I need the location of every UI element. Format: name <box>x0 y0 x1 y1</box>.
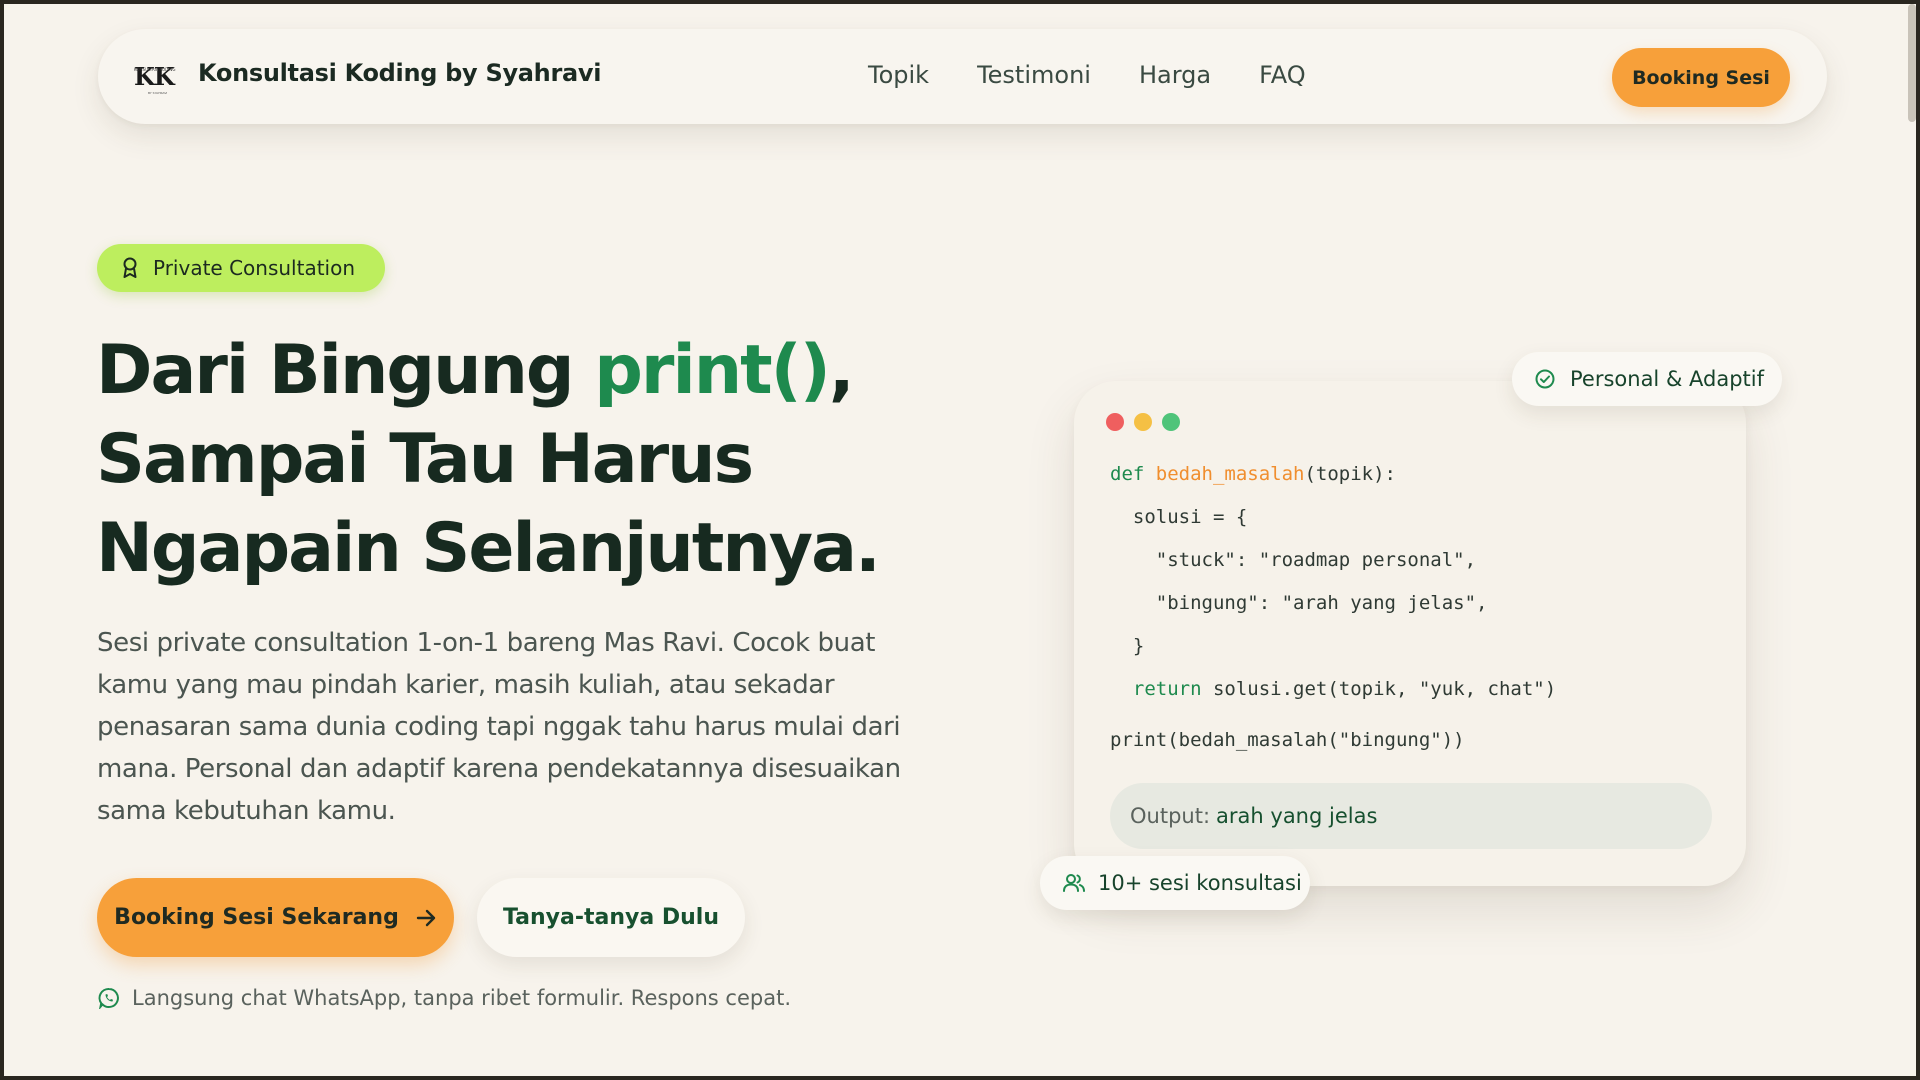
sessions-count-tag: 10+ sesi konsultasi <box>1040 856 1310 910</box>
whatsapp-icon <box>98 988 119 1009</box>
ask-first-button[interactable]: Tanya-tanya Dulu <box>477 878 745 957</box>
code-text: (topik): <box>1304 463 1396 485</box>
whatsapp-note-text: Langsung chat WhatsApp, tanpa ribet form… <box>132 986 791 1010</box>
code-card: def bedah_masalah(topik): solusi = { "st… <box>1074 381 1746 886</box>
award-icon <box>123 257 137 278</box>
code-line: "bingung": "arah yang jelas", <box>1110 592 1488 614</box>
headline-line-2: Sampai Tau Harus <box>96 420 754 499</box>
code-line: "stuck": "roadmap personal", <box>1110 549 1477 571</box>
sessions-count-label: 10+ sesi konsultasi <box>1098 871 1302 895</box>
hero-headline: Dari Bingung print(), Sampai Tau Harus N… <box>96 326 996 593</box>
headline-comma: , <box>828 331 855 410</box>
page-viewport: KONSULTASI KODING KK BY SYAHRAVI Konsult… <box>4 4 1916 1076</box>
code-block: def bedah_masalah(topik): solusi = { "st… <box>1110 453 1556 762</box>
headline-line-1: Dari Bingung print(), <box>96 326 996 415</box>
nav-link-testimoni[interactable]: Testimoni <box>977 61 1091 89</box>
code-line: } <box>1110 635 1145 657</box>
headline-prefix: Dari Bingung <box>96 331 595 410</box>
booking-now-button[interactable]: Booking Sesi Sekarang <box>97 878 454 957</box>
code-line: solusi = { <box>1110 506 1248 528</box>
logo-bottom-text: BY SYAHRAVI <box>148 91 168 95</box>
brand-name[interactable]: Konsultasi Koding by Syahravi <box>198 59 601 87</box>
brand-logo[interactable]: KONSULTASI KODING KK BY SYAHRAVI <box>134 63 186 96</box>
nav-links: Topik Testimoni Harga FAQ <box>868 61 1306 89</box>
headline-line-3: Ngapain Selanjutnya. <box>96 509 881 588</box>
output-value: arah yang jelas <box>1216 804 1378 828</box>
code-line: def bedah_masalah(topik): <box>1110 453 1556 496</box>
users-icon <box>1063 874 1085 892</box>
nav-link-faq[interactable]: FAQ <box>1259 61 1306 89</box>
window-dot-red <box>1106 413 1124 431</box>
personal-adaptive-label: Personal & Adaptif <box>1570 367 1764 391</box>
code-function-name: bedah_masalah <box>1155 463 1305 485</box>
nav-link-topik[interactable]: Topik <box>868 61 929 89</box>
code-line: return solusi.get(topik, "yuk, chat") <box>1110 668 1556 711</box>
arrow-right-icon <box>416 909 436 926</box>
booking-now-label: Booking Sesi Sekarang <box>114 905 399 930</box>
code-keyword: def <box>1110 463 1156 485</box>
page-scrollbar[interactable] <box>1908 4 1916 122</box>
code-keyword: return <box>1132 678 1202 700</box>
headline-accent: print() <box>594 331 831 410</box>
whatsapp-note: Langsung chat WhatsApp, tanpa ribet form… <box>98 986 791 1010</box>
check-circle-icon <box>1535 369 1555 389</box>
window-dot-green <box>1162 413 1180 431</box>
nav-link-harga[interactable]: Harga <box>1139 61 1211 89</box>
private-consultation-badge: Private Consultation <box>97 244 385 292</box>
badge-label: Private Consultation <box>153 256 356 280</box>
code-line: print(bedah_masalah("bingung")) <box>1110 729 1465 751</box>
code-output: Output: arah yang jelas <box>1110 783 1712 849</box>
window-dot-yellow <box>1134 413 1152 431</box>
hero-description: Sesi private consultation 1-on-1 bareng … <box>97 628 901 826</box>
logo-top-text: KONSULTASI KODING <box>134 67 176 72</box>
navbar: KONSULTASI KODING KK BY SYAHRAVI Konsult… <box>98 29 1827 124</box>
output-label: Output: <box>1130 804 1211 828</box>
window-dots <box>1106 413 1180 431</box>
code-text: solusi.get(topik, "yuk, chat") <box>1201 678 1557 700</box>
nav-booking-button[interactable]: Booking Sesi <box>1612 48 1790 107</box>
personal-adaptive-tag: Personal & Adaptif <box>1512 352 1782 406</box>
